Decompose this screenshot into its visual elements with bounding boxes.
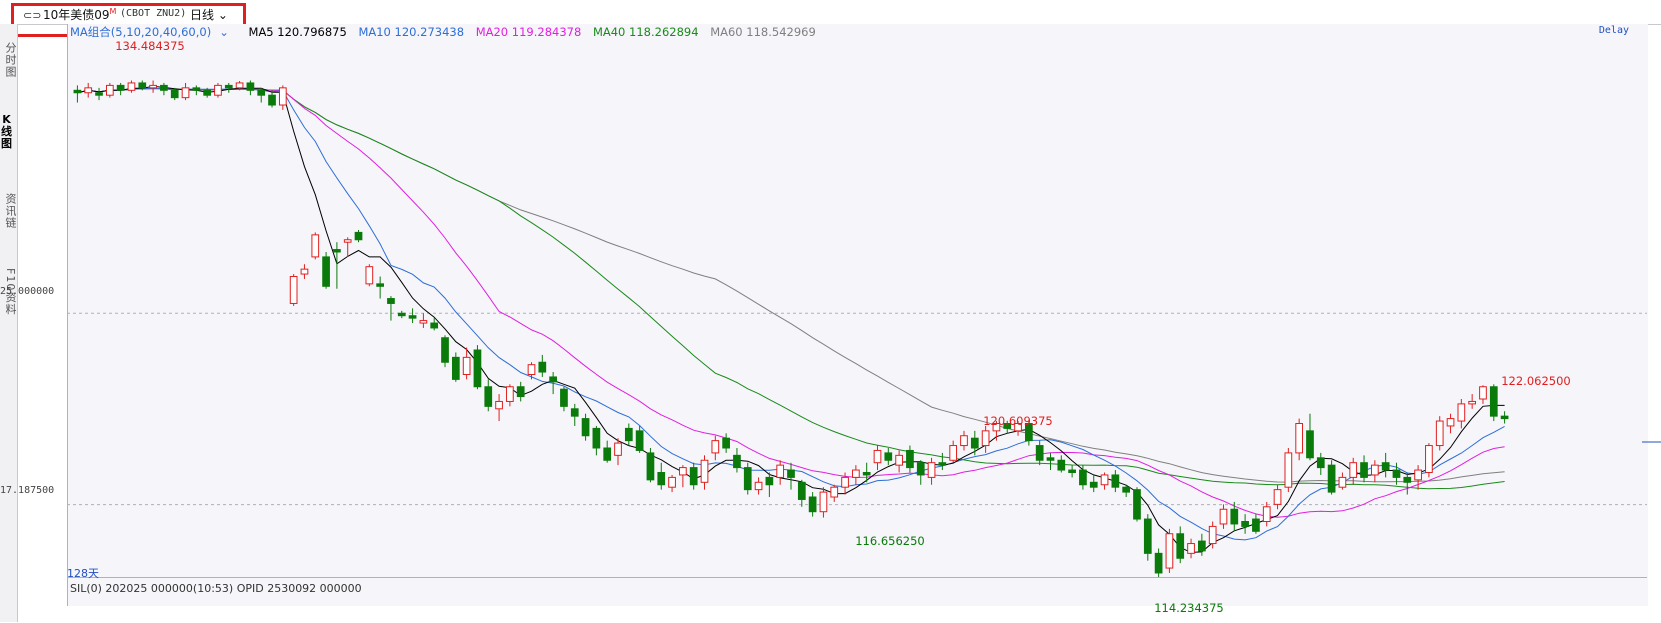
ma60-value: MA60 118.542969 — [710, 25, 816, 39]
tab-news[interactable]: 资讯链 — [0, 187, 17, 235]
ma40-value: MA40 118.262894 — [592, 25, 699, 39]
days-count: 128天 — [67, 567, 99, 580]
ma-combo-selector[interactable]: MA组合(5,10,20,40,60,0) ⌄ — [70, 25, 237, 39]
instrument-title: 10年美债09M — [43, 6, 116, 23]
ma20-value: MA20 119.284378 — [475, 25, 582, 39]
tab-timeshare[interactable]: 分时图 — [0, 36, 17, 84]
chevron-down-icon: ⌄ — [219, 25, 229, 39]
y-tick-label: 17.187500 — [0, 485, 55, 496]
period-dropdown[interactable]: 日线 ⌄ — [190, 6, 228, 23]
instrument-superscript: M — [109, 7, 117, 16]
link-icon[interactable]: ⊂⊃ — [23, 9, 41, 22]
ma-legend: MA组合(5,10,20,40,60,0) ⌄ MA5 120.796875 MA… — [70, 24, 824, 40]
delay-label: Delay — [1598, 25, 1629, 36]
chart-area[interactable] — [67, 24, 1648, 606]
contract-code: (CBOT ZNU2) — [120, 8, 187, 19]
instrument-name: 10年美债09 — [43, 8, 110, 22]
bottom-status-line: SIL(0) 202025 000000(10:53) OPID 2530092… — [70, 582, 362, 595]
title-bar — [0, 0, 1661, 25]
ma10-value: MA10 120.273438 — [358, 25, 465, 39]
tab-kline[interactable]: K线图 — [0, 114, 14, 162]
sidebar: 分时图 K线图 资讯链 F10资料 — [0, 24, 18, 622]
y-tick-label: 25.000000 — [0, 286, 55, 297]
period-label: 日线 — [190, 8, 215, 22]
ma-combo-label: MA组合(5,10,20,40,60,0) — [70, 25, 212, 39]
chevron-down-icon: ⌄ — [214, 8, 228, 22]
ma5-value: MA5 120.796875 — [248, 25, 347, 39]
